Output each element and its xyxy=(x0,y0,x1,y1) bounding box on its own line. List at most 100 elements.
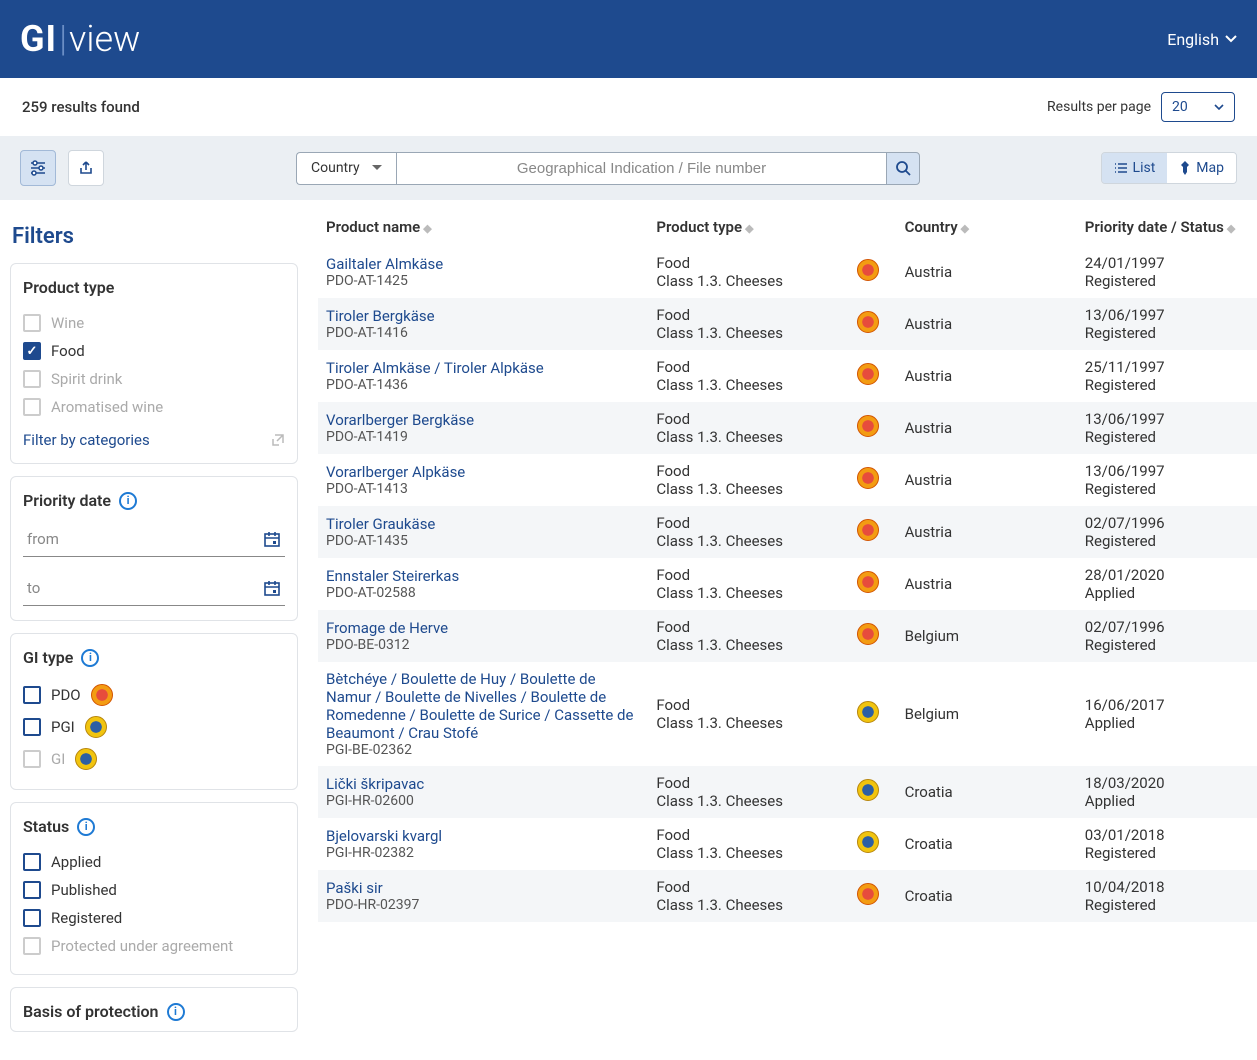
table-row[interactable]: Tiroler Almkäse / Tiroler AlpkäsePDO-AT-… xyxy=(318,350,1257,402)
table-row[interactable]: Ennstaler SteirerkasPDO-AT-02588FoodClas… xyxy=(318,558,1257,610)
product-name-link[interactable]: Lički škripavac xyxy=(326,775,640,793)
priority-date-heading: Priority date i xyxy=(23,491,285,510)
product-code: PDO-AT-02588 xyxy=(326,585,640,601)
filter-product-type: Product type Wine Food Spirit drink Arom… xyxy=(10,263,298,464)
col-country[interactable]: Country◆ xyxy=(897,200,1077,246)
checkbox-icon xyxy=(23,314,41,332)
checkbox-icon xyxy=(23,750,41,768)
share-icon xyxy=(78,160,94,176)
product-name-link[interactable]: Vorarlberger Alpkäse xyxy=(326,463,640,481)
product-code: PDO-HR-02397 xyxy=(326,897,640,913)
results-table: Product name◆ Product type◆ Country◆ Pri… xyxy=(318,200,1257,922)
table-row[interactable]: Fromage de HervePDO-BE-0312FoodClass 1.3… xyxy=(318,610,1257,662)
product-name-link[interactable]: Ennstaler Steirerkas xyxy=(326,567,640,585)
table-row[interactable]: Paški sirPDO-HR-02397FoodClass 1.3. Chee… xyxy=(318,870,1257,922)
search-scope-select[interactable]: Country xyxy=(296,152,396,185)
filter-by-categories-link[interactable]: Filter by categories xyxy=(23,421,285,449)
product-class: Class 1.3. Cheeses xyxy=(656,714,840,732)
info-icon[interactable]: i xyxy=(119,492,137,510)
per-page-select[interactable]: 20 xyxy=(1161,92,1235,122)
filter-toggle-button[interactable] xyxy=(20,150,56,186)
caret-down-icon xyxy=(372,165,382,171)
product-name-link[interactable]: Tiroler Almkäse / Tiroler Alpkäse xyxy=(326,359,640,377)
checkbox-spirit[interactable]: Spirit drink xyxy=(23,365,285,393)
priority-date: 02/07/1996 xyxy=(1085,618,1249,636)
priority-date: 13/06/1997 xyxy=(1085,462,1249,480)
language-label: English xyxy=(1167,30,1219,49)
product-name-link[interactable]: Paški sir xyxy=(326,879,640,897)
country-cell: Austria xyxy=(897,454,1077,506)
pdo-badge-icon xyxy=(857,259,879,281)
product-name-link[interactable]: Tiroler Bergkäse xyxy=(326,307,640,325)
info-icon[interactable]: i xyxy=(81,649,99,667)
search-button[interactable] xyxy=(886,152,920,185)
status-text: Registered xyxy=(1085,532,1249,550)
checkbox-protected[interactable]: Protected under agreement xyxy=(23,932,285,960)
product-type: Food xyxy=(656,306,840,324)
checkbox-food[interactable]: Food xyxy=(23,337,285,365)
product-type: Food xyxy=(656,696,840,714)
product-class: Class 1.3. Cheeses xyxy=(656,324,840,342)
table-row[interactable]: Lički škripavacPGI-HR-02600FoodClass 1.3… xyxy=(318,766,1257,818)
pdo-badge-icon xyxy=(857,519,879,541)
checkbox-applied[interactable]: Applied xyxy=(23,848,285,876)
product-name-link[interactable]: Tiroler Graukäse xyxy=(326,515,640,533)
checkbox-pgi[interactable]: PGI xyxy=(23,711,285,743)
product-class: Class 1.3. Cheeses xyxy=(656,272,840,290)
product-name-link[interactable]: Gailtaler Almkäse xyxy=(326,255,640,273)
date-to-input[interactable]: to xyxy=(23,571,285,606)
list-view-button[interactable]: List xyxy=(1102,153,1168,183)
per-page-label: Results per page xyxy=(1047,99,1151,115)
gi-badge-icon xyxy=(75,748,97,770)
basis-heading: Basis of protection i xyxy=(23,1002,285,1021)
table-row[interactable]: Vorarlberger BergkäsePDO-AT-1419FoodClas… xyxy=(318,402,1257,454)
table-row[interactable]: Bjelovarski kvarglPGI-HR-02382FoodClass … xyxy=(318,818,1257,870)
checkbox-published[interactable]: Published xyxy=(23,876,285,904)
checkbox-aromatised[interactable]: Aromatised wine xyxy=(23,393,285,421)
status-text: Registered xyxy=(1085,480,1249,498)
table-row[interactable]: Bètchéye / Boulette de Huy / Boulette de… xyxy=(318,662,1257,766)
filters-sidebar: Filters Product type Wine Food Spirit dr… xyxy=(0,200,308,1060)
product-name-link[interactable]: Fromage de Herve xyxy=(326,619,640,637)
pdo-badge-icon xyxy=(857,467,879,489)
table-row[interactable]: Vorarlberger AlpkäsePDO-AT-1413FoodClass… xyxy=(318,454,1257,506)
checkbox-pdo[interactable]: PDO xyxy=(23,679,285,711)
country-cell: Croatia xyxy=(897,818,1077,870)
search-scope-label: Country xyxy=(311,160,360,176)
view-toggle: List Map xyxy=(1101,152,1237,184)
calendar-icon xyxy=(263,530,281,548)
info-icon[interactable]: i xyxy=(167,1003,185,1021)
filter-basis: Basis of protection i xyxy=(10,987,298,1032)
map-view-button[interactable]: Map xyxy=(1167,153,1236,183)
checkbox-icon xyxy=(23,881,41,899)
logo-view: view xyxy=(69,18,140,60)
product-class: Class 1.3. Cheeses xyxy=(656,792,840,810)
checkbox-gi[interactable]: GI xyxy=(23,743,285,775)
search-icon xyxy=(895,160,911,176)
col-product-type[interactable]: Product type◆ xyxy=(648,200,848,246)
col-priority[interactable]: Priority date / Status◆ xyxy=(1077,200,1257,246)
product-code: PDO-AT-1413 xyxy=(326,481,640,497)
list-icon xyxy=(1114,161,1128,175)
table-row[interactable]: Gailtaler AlmkäsePDO-AT-1425FoodClass 1.… xyxy=(318,246,1257,298)
checkbox-registered[interactable]: Registered xyxy=(23,904,285,932)
export-button[interactable] xyxy=(68,150,104,186)
product-class: Class 1.3. Cheeses xyxy=(656,532,840,550)
results-bar: 259 results found Results per page 20 xyxy=(0,78,1257,136)
checkbox-icon xyxy=(23,370,41,388)
product-name-link[interactable]: Bjelovarski kvargl xyxy=(326,827,640,845)
product-code: PDO-BE-0312 xyxy=(326,637,640,653)
info-icon[interactable]: i xyxy=(77,818,95,836)
language-selector[interactable]: English xyxy=(1167,30,1237,49)
table-row[interactable]: Tiroler GraukäsePDO-AT-1435FoodClass 1.3… xyxy=(318,506,1257,558)
product-name-link[interactable]: Bètchéye / Boulette de Huy / Boulette de… xyxy=(326,670,640,742)
date-from-input[interactable]: from xyxy=(23,522,285,557)
priority-date: 16/06/2017 xyxy=(1085,696,1249,714)
table-row[interactable]: Tiroler BergkäsePDO-AT-1416FoodClass 1.3… xyxy=(318,298,1257,350)
search-input[interactable] xyxy=(396,152,886,185)
product-class: Class 1.3. Cheeses xyxy=(656,896,840,914)
app-header: GI | view English xyxy=(0,0,1257,78)
col-product-name[interactable]: Product name◆ xyxy=(318,200,648,246)
product-name-link[interactable]: Vorarlberger Bergkäse xyxy=(326,411,640,429)
checkbox-wine[interactable]: Wine xyxy=(23,309,285,337)
